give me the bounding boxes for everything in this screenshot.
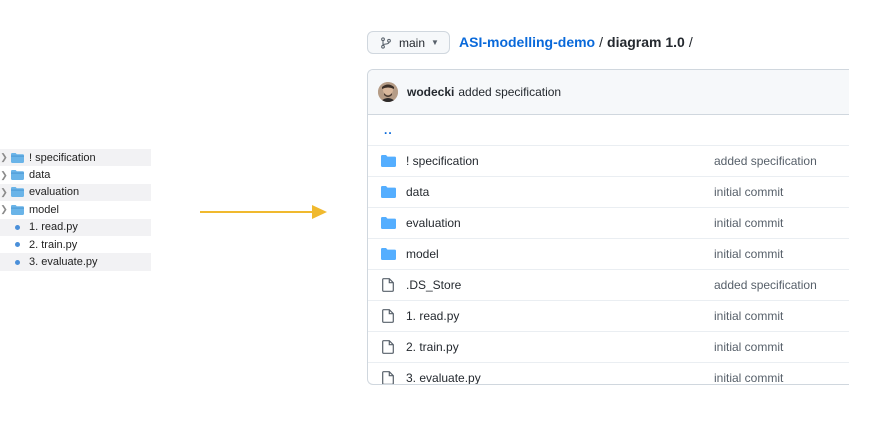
file-row[interactable]: data initial commit: [368, 176, 849, 207]
file-commit-message[interactable]: initial commit: [714, 216, 783, 230]
commit-author[interactable]: wodecki: [407, 85, 454, 99]
branch-select-button[interactable]: main ▼: [367, 31, 450, 54]
file-row[interactable]: evaluation initial commit: [368, 207, 849, 238]
finder-item-evaluate-py[interactable]: 3. evaluate.py: [0, 253, 151, 271]
file-commit-message[interactable]: initial commit: [714, 185, 783, 199]
latest-commit-bar: wodecki added specification: [368, 70, 849, 115]
file-name-link[interactable]: model: [406, 247, 714, 261]
parent-directory-link[interactable]: ..: [384, 123, 393, 137]
finder-item-evaluation[interactable]: ❯ evaluation: [0, 183, 151, 202]
finder-item-data[interactable]: ❯ data: [0, 166, 151, 183]
file-commit-message[interactable]: initial commit: [714, 340, 783, 354]
file-icon: [380, 309, 396, 323]
commit-message[interactable]: added specification: [458, 85, 561, 99]
git-branch-icon: [381, 36, 391, 49]
chevron-right-icon[interactable]: ❯: [0, 204, 8, 215]
finder-item-model[interactable]: ❯ model: [0, 201, 151, 218]
breadcrumb: ASI-modelling-demo / diagram 1.0 /: [459, 34, 697, 50]
folder-icon: [11, 204, 24, 215]
finder-item-label: evaluation: [29, 186, 80, 199]
finder-item-specification[interactable]: ❯ ! specification: [0, 149, 151, 167]
finder-item-label: ! specification: [29, 151, 96, 164]
finder-tree: ❯ ! specification ❯ data ❯ evaluation ❯ …: [0, 149, 151, 271]
breadcrumb-separator: /: [688, 34, 693, 50]
repo-link[interactable]: ASI-modelling-demo: [459, 34, 595, 50]
folder-icon: [380, 186, 396, 198]
file-name-link[interactable]: 1. read.py: [406, 309, 714, 323]
file-row[interactable]: 1. read.py initial commit: [368, 300, 849, 331]
finder-item-read-py[interactable]: 1. read.py: [0, 218, 151, 236]
file-name-link[interactable]: data: [406, 185, 714, 199]
branch-name: main: [399, 35, 426, 50]
file-row[interactable]: 2. train.py initial commit: [368, 331, 849, 362]
breadcrumb-separator: /: [599, 34, 604, 50]
finder-item-label: 1. read.py: [29, 221, 78, 234]
file-commit-message[interactable]: initial commit: [714, 309, 783, 323]
folder-icon: [11, 170, 24, 181]
file-name-link[interactable]: ! specification: [406, 154, 714, 168]
file-row[interactable]: .DS_Store added specification: [368, 269, 849, 300]
python-file-icon: [11, 224, 24, 230]
finder-item-label: model: [29, 203, 59, 216]
file-row[interactable]: 3. evaluate.py initial commit: [368, 362, 849, 384]
chevron-right-icon[interactable]: ❯: [0, 187, 8, 198]
folder-icon: [11, 187, 24, 198]
file-commit-message[interactable]: initial commit: [714, 247, 783, 261]
folder-icon: [11, 152, 24, 163]
finder-item-train-py[interactable]: 2. train.py: [0, 236, 151, 253]
file-name-link[interactable]: 2. train.py: [406, 340, 714, 354]
finder-item-label: 3. evaluate.py: [29, 256, 98, 269]
finder-item-label: 2. train.py: [29, 238, 78, 251]
file-icon: [380, 278, 396, 292]
file-name-link[interactable]: 3. evaluate.py: [406, 371, 714, 384]
file-commit-message[interactable]: added specification: [714, 278, 817, 292]
file-row[interactable]: ! specification added specification: [368, 145, 849, 176]
folder-icon: [380, 248, 396, 260]
current-directory: diagram 1.0: [607, 34, 685, 50]
file-commit-message[interactable]: added specification: [714, 154, 817, 168]
file-commit-message[interactable]: initial commit: [714, 371, 783, 384]
file-icon: [380, 371, 396, 384]
chevron-right-icon[interactable]: ❯: [0, 152, 8, 163]
folder-icon: [380, 155, 396, 167]
folder-icon: [380, 217, 396, 229]
file-row[interactable]: model initial commit: [368, 238, 849, 269]
python-file-icon: [11, 259, 24, 265]
arrow-right-icon: [200, 205, 327, 219]
file-name-link[interactable]: evaluation: [406, 216, 714, 230]
file-name-link[interactable]: .DS_Store: [406, 278, 714, 292]
file-browser: wodecki added specification .. ! specifi…: [367, 69, 849, 385]
chevron-right-icon[interactable]: ❯: [0, 170, 8, 181]
avatar[interactable]: [378, 82, 398, 102]
parent-directory-row[interactable]: ..: [368, 115, 849, 145]
finder-item-label: data: [29, 169, 51, 182]
caret-down-icon: ▼: [431, 38, 439, 47]
file-icon: [380, 340, 396, 354]
python-file-icon: [11, 242, 24, 248]
